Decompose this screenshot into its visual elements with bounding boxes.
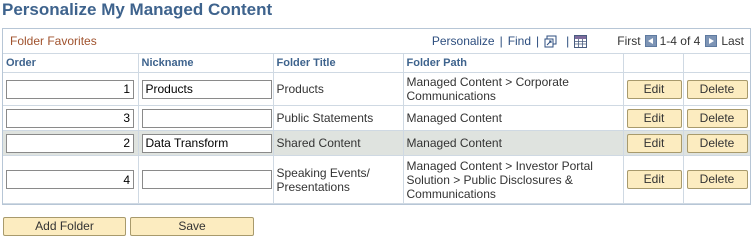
prev-arrow-icon[interactable]	[644, 35, 657, 47]
order-input[interactable]	[6, 170, 134, 189]
column-header-order[interactable]: Order	[3, 54, 139, 73]
edit-cell: Edit	[623, 130, 684, 156]
table-row: Public Statements Managed Content Edit D…	[3, 105, 750, 131]
folder-title-cell: Shared Content	[273, 130, 404, 156]
delete-button[interactable]: Delete	[686, 133, 748, 153]
order-cell	[3, 105, 139, 131]
order-cell	[3, 130, 139, 156]
row-range: 1-4 of 4	[659, 34, 701, 48]
column-header-folder-path[interactable]: Folder Path	[403, 54, 624, 73]
nickname-cell	[138, 155, 274, 204]
nickname-input[interactable]	[141, 170, 272, 189]
personalize-link[interactable]: Personalize	[432, 34, 495, 48]
delete-button[interactable]: Delete	[686, 108, 748, 128]
grid-header: Folder Favorites Personalize | Find | |	[3, 29, 750, 54]
edit-button[interactable]: Edit	[626, 79, 682, 99]
download-icon[interactable]	[574, 34, 588, 48]
delete-button[interactable]: Delete	[686, 79, 748, 99]
table-row: Speaking Events/ Presentations Managed C…	[3, 155, 750, 204]
edit-button[interactable]: Edit	[626, 133, 682, 153]
order-input[interactable]	[6, 79, 134, 99]
column-header-folder-title[interactable]: Folder Title	[273, 54, 404, 73]
order-input[interactable]	[6, 133, 134, 153]
delete-cell: Delete	[683, 105, 750, 131]
grid-navigation: Personalize | Find | | First 1-4 of 4 La…	[432, 32, 744, 50]
edit-button[interactable]: Edit	[626, 170, 682, 189]
folder-title-cell: Public Statements	[273, 105, 404, 131]
edit-cell: Edit	[623, 105, 684, 131]
table-header-row: Order Nickname Folder Title Folder Path	[3, 54, 750, 73]
delete-cell: Delete	[683, 155, 750, 204]
folder-path-cell: Managed Content > Investor Portal Soluti…	[403, 155, 624, 204]
nickname-cell	[138, 72, 274, 106]
column-header-delete	[683, 54, 750, 73]
edit-cell: Edit	[623, 155, 684, 204]
column-header-edit	[623, 54, 684, 73]
page-title: Personalize My Managed Content	[2, 0, 273, 19]
view-all-icon[interactable]	[544, 35, 557, 48]
nav-separator: |	[536, 34, 540, 48]
edit-cell: Edit	[623, 72, 684, 106]
order-input[interactable]	[6, 108, 134, 128]
folder-title-cell: Speaking Events/ Presentations	[273, 155, 404, 204]
delete-button[interactable]: Delete	[686, 170, 748, 189]
order-cell	[3, 155, 139, 204]
folder-path-cell: Managed Content	[403, 130, 624, 156]
nav-separator: |	[499, 34, 503, 48]
nickname-input[interactable]	[141, 133, 272, 153]
delete-cell: Delete	[683, 72, 750, 106]
nickname-cell	[138, 130, 274, 156]
edit-button[interactable]: Edit	[626, 108, 682, 128]
first-label: First	[617, 34, 641, 48]
folder-title-cell: Products	[273, 72, 404, 106]
folder-path-cell: Managed Content	[403, 105, 624, 131]
nickname-input[interactable]	[141, 79, 272, 99]
find-link[interactable]: Find	[508, 34, 531, 48]
add-folder-button[interactable]: Add Folder	[3, 217, 126, 236]
grid-caption: Folder Favorites	[10, 34, 97, 48]
table-row-highlighted: Shared Content Managed Content Edit Dele…	[3, 130, 750, 156]
next-arrow-icon[interactable]	[705, 35, 718, 47]
folder-favorites-grid: Folder Favorites Personalize | Find | |	[2, 28, 751, 205]
folder-path-cell: Managed Content > Corporate Communicatio…	[403, 72, 624, 106]
nav-separator: |	[566, 34, 570, 48]
last-label: Last	[721, 34, 744, 48]
column-header-nickname[interactable]: Nickname	[138, 54, 274, 73]
nickname-cell	[138, 105, 274, 131]
nickname-input[interactable]	[141, 108, 272, 128]
favorites-table: Order Nickname Folder Title Folder Path …	[3, 54, 750, 204]
table-row: Products Managed Content > Corporate Com…	[3, 72, 750, 106]
order-cell	[3, 72, 139, 106]
save-button[interactable]: Save	[130, 217, 254, 236]
delete-cell: Delete	[683, 130, 750, 156]
